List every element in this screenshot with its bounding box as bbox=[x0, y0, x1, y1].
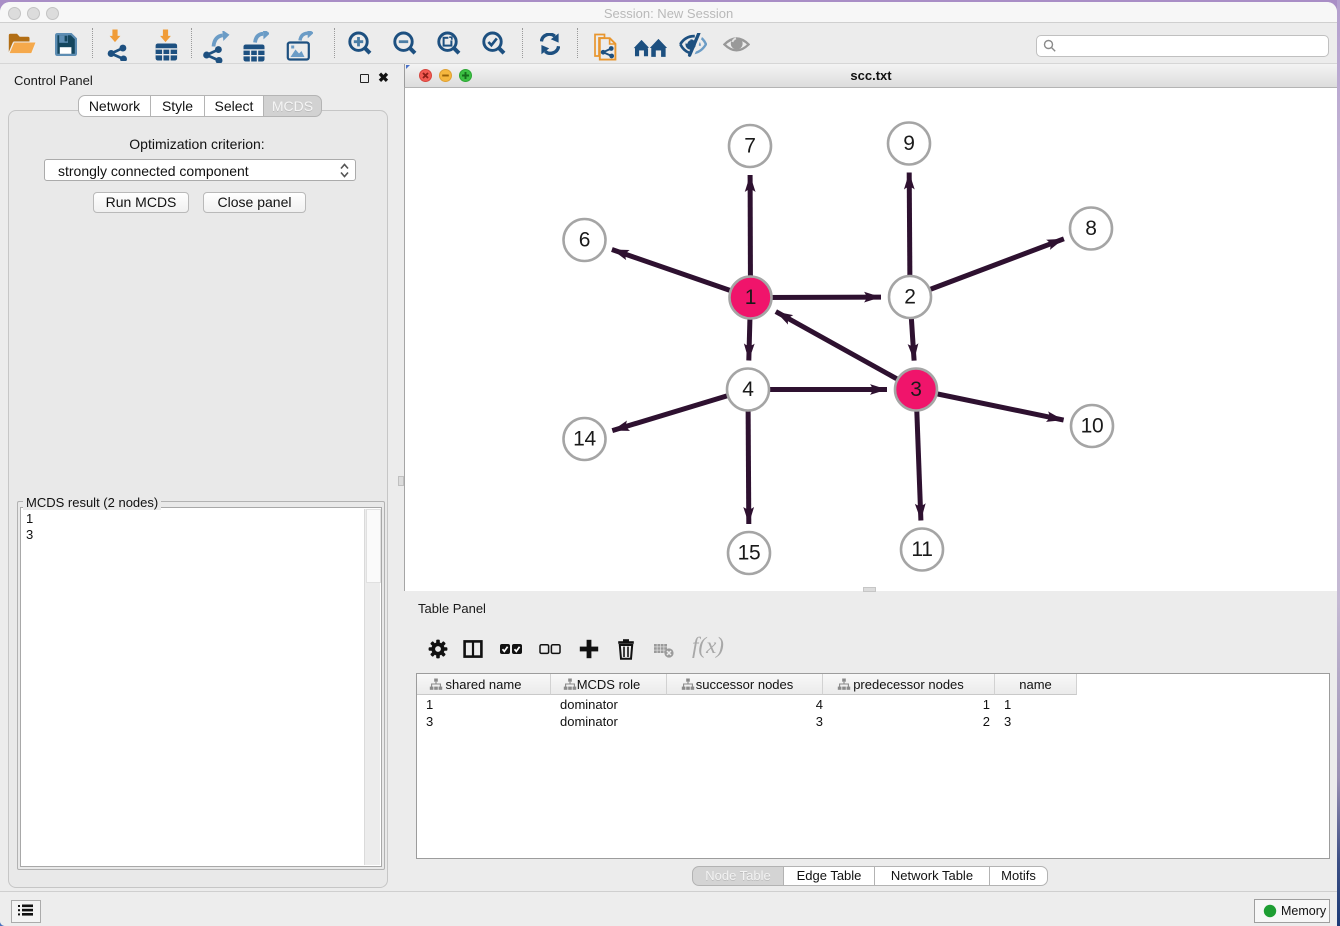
svg-text:8: 8 bbox=[1085, 217, 1096, 240]
svg-text:6: 6 bbox=[579, 229, 590, 252]
svg-text:15: 15 bbox=[738, 542, 761, 565]
svg-text:10: 10 bbox=[1081, 415, 1104, 438]
svg-text:2: 2 bbox=[904, 286, 915, 309]
svg-text:1: 1 bbox=[745, 286, 756, 309]
svg-text:3: 3 bbox=[910, 378, 921, 401]
svg-text:4: 4 bbox=[742, 378, 754, 401]
svg-text:14: 14 bbox=[573, 428, 596, 451]
svg-text:9: 9 bbox=[903, 132, 914, 155]
svg-text:7: 7 bbox=[744, 135, 755, 158]
svg-text:11: 11 bbox=[911, 538, 932, 561]
